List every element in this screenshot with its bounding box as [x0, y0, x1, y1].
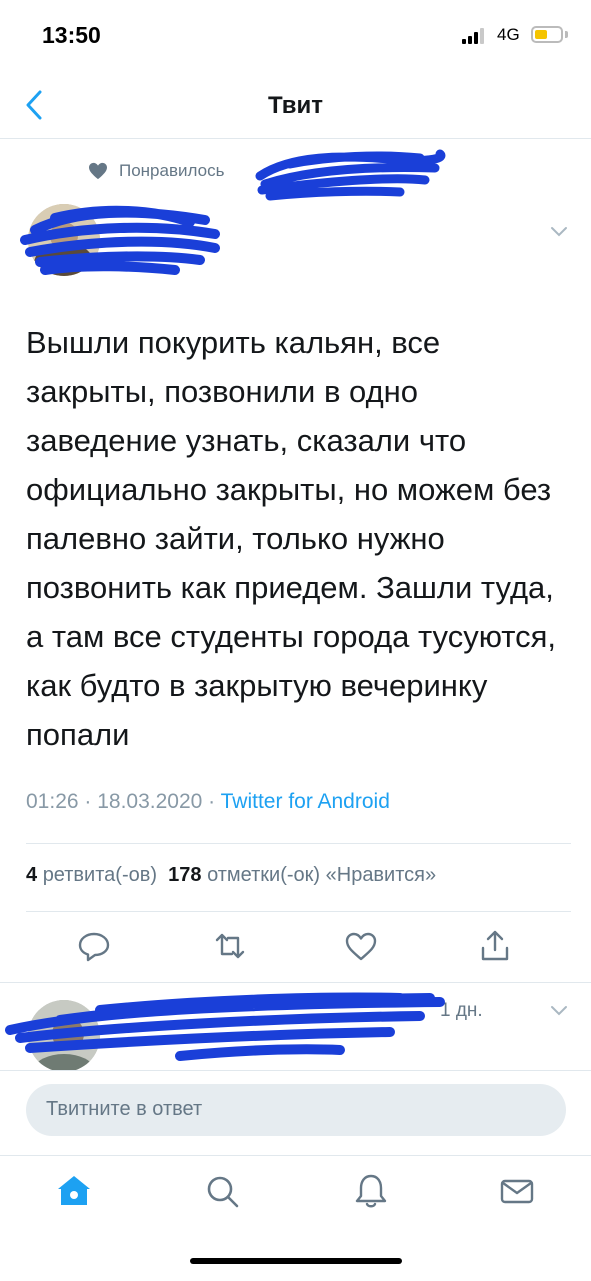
tweet-source-link[interactable]: Twitter for Android — [221, 790, 390, 813]
nav-bar: Твит — [0, 70, 591, 139]
page-title: Твит — [267, 92, 323, 119]
battery-icon — [531, 26, 563, 43]
notifications-icon[interactable] — [352, 1172, 390, 1210]
reply-input-placeholder: Твитните в ответ — [46, 1098, 203, 1120]
thread-separator — [0, 982, 591, 983]
redaction-scribble — [255, 149, 446, 201]
network-type: 4G — [497, 25, 520, 44]
home-indicator — [190, 1258, 402, 1264]
status-time: 13:50 — [42, 22, 101, 48]
retweets-count[interactable]: 4 — [26, 864, 37, 886]
messages-icon[interactable] — [498, 1172, 536, 1210]
avatar-image — [28, 204, 100, 276]
retweets-label[interactable]: ретвита(-ов) — [43, 864, 157, 886]
share-icon[interactable] — [477, 928, 513, 964]
likes-count[interactable]: 178 — [168, 864, 201, 886]
divider — [26, 843, 571, 844]
liked-by-label: Понравилось — [119, 161, 225, 180]
tweet-options-chevron-icon[interactable] — [550, 226, 568, 238]
tweet-stats: 4 ретвита(-ов) 178 отметки(-ок) «Нравитс… — [26, 864, 436, 887]
avatar-image — [28, 1000, 100, 1072]
heart-icon — [89, 162, 107, 180]
author-avatar[interactable] — [28, 204, 100, 276]
like-icon[interactable] — [343, 928, 379, 964]
divider — [26, 911, 571, 912]
reply-input[interactable]: Твитните в ответ — [26, 1084, 566, 1136]
reply-options-chevron-icon[interactable] — [550, 1005, 568, 1017]
status-bar: 13:50 4G — [0, 0, 591, 70]
reply-author-avatar[interactable] — [28, 1000, 100, 1072]
tweet-time: 01:26 — [26, 790, 79, 813]
home-icon[interactable] — [55, 1172, 93, 1210]
retweet-icon[interactable] — [212, 928, 248, 964]
battery-tip — [565, 31, 568, 38]
signal-icon — [462, 28, 490, 44]
tweet-date: 18.03.2020 — [97, 790, 203, 813]
reply-time: 1 дн. — [440, 1000, 483, 1021]
compose-area: Твитните в ответ — [0, 1070, 591, 1156]
search-icon[interactable] — [203, 1172, 241, 1210]
likes-label[interactable]: отметки(-ок) «Нравится» — [207, 864, 436, 886]
tweet-text: Вышли покурить кальян, все закрыты, позв… — [26, 325, 557, 752]
reply-icon[interactable] — [76, 928, 112, 964]
tweet-meta: 01:26 · 18.03.2020 · Twitter for Android — [26, 790, 390, 813]
